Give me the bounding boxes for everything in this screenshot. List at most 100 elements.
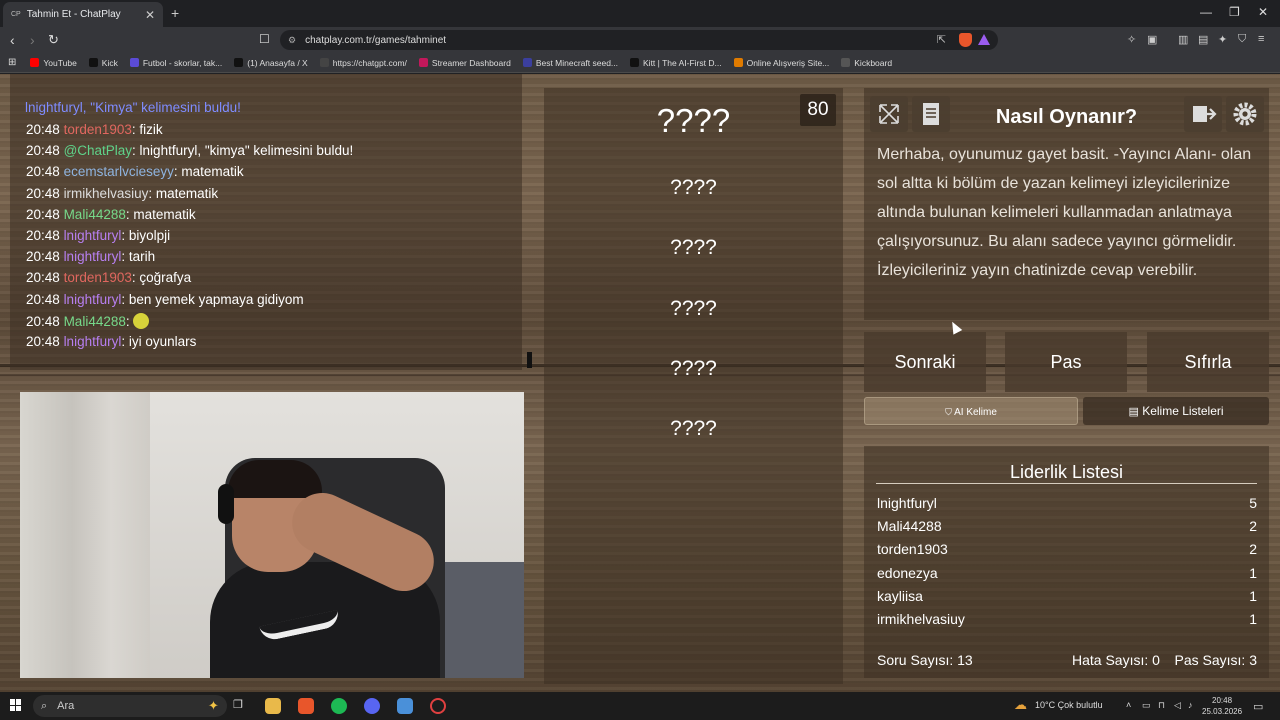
chat-text: : ben yemek yapmaya gidiyom <box>121 291 304 307</box>
speaker-icon[interactable]: ◁ <box>1174 700 1181 711</box>
chat-username[interactable]: torden1903 <box>64 270 132 285</box>
youtube-icon <box>30 58 40 67</box>
url-bar[interactable]: ⚙ chatplay.com.tr/games/tahminet ⇱ <box>280 30 998 50</box>
chat-timestamp: 20:48 <box>26 313 60 329</box>
menu-icon[interactable]: ≡ <box>1258 33 1264 45</box>
wallet-icon[interactable]: ▤ <box>1198 33 1208 46</box>
discord-icon[interactable] <box>364 698 380 714</box>
taskbar-search[interactable]: ⌕ Ara ✦ <box>33 695 227 717</box>
usb-icon[interactable]: ⊓ <box>1158 700 1165 711</box>
reload-icon[interactable]: ↻ <box>48 32 59 48</box>
kitt-icon <box>630 58 640 67</box>
clock-date: 25.03.2026 <box>1202 707 1243 716</box>
bookmark-item[interactable]: YouTube <box>30 58 77 68</box>
chat-username[interactable]: lnightfuryl <box>64 292 122 307</box>
back-icon[interactable]: ‹ <box>10 32 15 48</box>
sidebar-icon[interactable]: ▥ <box>1178 33 1188 46</box>
streamer-icon <box>418 58 428 67</box>
bookmark-label: Kickboard <box>854 57 893 68</box>
bookmark-item[interactable]: Best Minecraft seed... <box>522 58 618 68</box>
bookmark-item[interactable]: Kick <box>88 58 118 68</box>
chat-username[interactable]: irmikhelvasiuy <box>64 186 149 201</box>
forward-icon[interactable]: › <box>30 32 35 48</box>
shop-icon <box>733 58 743 67</box>
chat-username[interactable]: lnightfuryl <box>64 228 122 243</box>
clock-time: 20:48 <box>1212 696 1233 705</box>
chat-timestamp: 20:48 <box>26 228 60 243</box>
bookmark-label: https://chatgpt.com/ <box>332 57 407 68</box>
file-explorer-icon[interactable] <box>265 698 281 714</box>
x-icon <box>234 58 244 67</box>
minimize-icon[interactable]: — <box>1200 5 1212 19</box>
chat-message: 20:48 @ChatPlay: lnightfuryl, "kimya" ke… <box>26 143 353 158</box>
ai-word-button[interactable]: ⛉ AI Kelime <box>864 397 1078 425</box>
leaderboard-row: lnightfuryl 5 <box>877 495 1257 511</box>
pass-button[interactable]: Pas <box>1005 332 1127 392</box>
futbol-icon <box>129 58 139 67</box>
windows-start-icon[interactable] <box>10 699 22 711</box>
chat-username[interactable]: ecemstarlvcieseyy <box>64 164 174 179</box>
chatgpt-icon <box>319 58 329 67</box>
brave-rewards-icon[interactable] <box>978 34 990 45</box>
bookmark-item[interactable]: Streamer Dashboard <box>418 58 511 68</box>
obs-icon[interactable] <box>430 698 446 714</box>
task-view-icon[interactable]: ❐ <box>233 698 249 714</box>
bookmark-label: Kitt | The AI-First D... <box>643 57 722 68</box>
bookmarks-bar: ⊞ YouTube Kick Futbol - skorlar, tak... (1)… <box>0 53 1280 73</box>
reset-button[interactable]: Sıfırla <box>1147 332 1269 392</box>
leo-ai-icon[interactable]: ✦ <box>1218 33 1227 46</box>
bookmark-item[interactable]: Futbol - skorlar, tak... <box>129 57 223 68</box>
chat-message: 20:48 lnightfuryl: iyi oyunlars <box>26 334 196 349</box>
word-column: 80 ???????????????????????? <box>544 88 843 684</box>
clock[interactable]: 20:48 25.03.2026 <box>1202 695 1242 717</box>
word-lists-button[interactable]: ▤ Kelime Listeleri <box>1083 397 1269 425</box>
tab-manager-icon[interactable]: ▣ <box>1147 33 1157 46</box>
share-icon[interactable]: ⇱ <box>937 33 946 46</box>
tray-chevron-icon[interactable]: ˄ <box>1126 700 1131 710</box>
chat-text: : tarih <box>121 249 156 265</box>
spotify-icon[interactable] <box>331 698 347 714</box>
bookmark-label: Futbol - skorlar, tak... <box>142 57 223 68</box>
bookmark-item[interactable]: Online Alışveriş Site... <box>733 58 829 68</box>
brave-taskbar-icon[interactable] <box>298 698 314 714</box>
chat-scrollbar[interactable] <box>527 352 532 368</box>
vpn-icon[interactable]: ⛉ <box>1238 33 1246 46</box>
extensions-icon[interactable]: ✧ <box>1127 33 1136 46</box>
apps-icon[interactable]: ⊞ <box>8 57 16 68</box>
app-icon[interactable] <box>397 698 413 714</box>
restore-icon[interactable]: ❐ <box>1229 5 1240 19</box>
new-tab-button[interactable]: + <box>171 5 179 21</box>
bookmark-item[interactable]: Kickboard <box>841 58 892 68</box>
hidden-word: ???? <box>670 417 717 440</box>
notification-icon[interactable]: ▭ <box>1253 700 1263 713</box>
chat-timestamp: 20:48 <box>26 206 60 222</box>
close-tab-icon[interactable]: ✕ <box>145 8 155 22</box>
chat-username[interactable]: lnightfuryl <box>64 249 122 264</box>
chat-username[interactable]: lnightfuryl <box>64 334 122 349</box>
bookmark-item[interactable]: Kitt | The AI-First D... <box>630 58 722 68</box>
chat-message: 20:48 lnightfuryl: biyolpji <box>26 228 170 243</box>
browser-tab[interactable]: CP Tahmin Et - ChatPlay ✕ <box>3 2 163 27</box>
chat-timestamp: 20:48 <box>26 185 60 201</box>
next-button[interactable]: Sonraki <box>864 332 986 392</box>
chat-username[interactable]: Mali44288 <box>64 314 126 329</box>
player-score: 5 <box>1249 495 1257 511</box>
smile-emote-icon <box>133 312 150 329</box>
site-info-icon[interactable]: ⚙ <box>288 35 296 46</box>
chat-username[interactable]: torden1903 <box>64 122 132 137</box>
bookmark-item[interactable]: https://chatgpt.com/ <box>319 57 407 68</box>
chat-message: 20:48 torden1903: fizik <box>26 122 163 137</box>
chat-username[interactable]: Mali44288 <box>64 207 126 222</box>
network-icon[interactable]: ▭ <box>1142 700 1151 711</box>
close-window-icon[interactable]: ✕ <box>1258 5 1268 19</box>
settings-button[interactable] <box>1226 96 1264 132</box>
weather-text[interactable]: 10°C Çok bulutlu <box>1035 700 1103 710</box>
chat-username[interactable]: @ChatPlay <box>64 143 132 158</box>
brave-shields-icon[interactable] <box>959 33 972 47</box>
exit-button[interactable] <box>1184 96 1222 132</box>
error-count: Hata Sayısı: 0 <box>1072 652 1160 668</box>
bookmark-item[interactable]: (1) Anasayfa / X <box>234 58 308 68</box>
bookmark-icon[interactable]: ☐ <box>259 32 270 46</box>
volume-icon[interactable]: ♪ <box>1188 700 1193 710</box>
chat-text: : matematik <box>125 206 196 222</box>
